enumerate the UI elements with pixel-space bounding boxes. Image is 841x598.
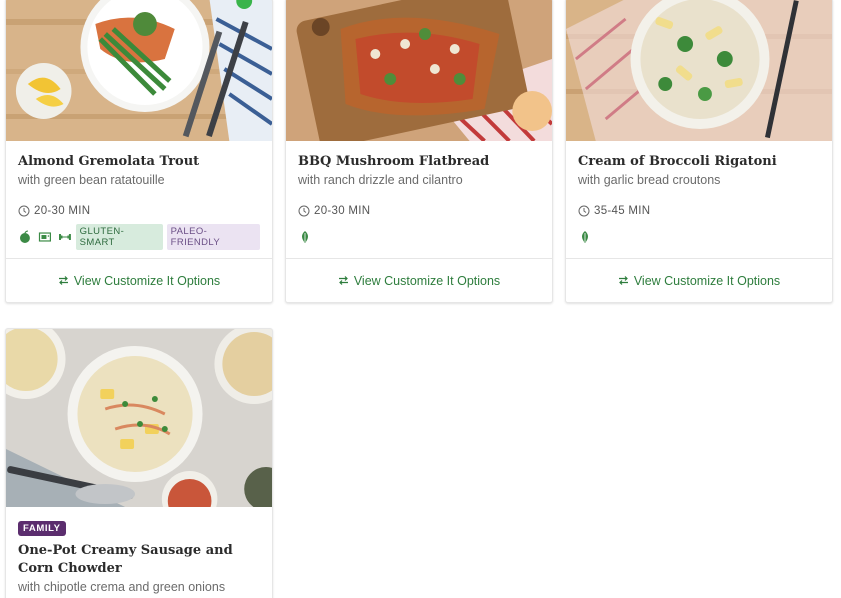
paleo-friendly-badge: PALEO-FRIENDLY [166,224,260,250]
oven-icon [38,232,51,242]
swap-icon [338,276,348,285]
view-customize-options-button[interactable]: View Customize It Options [6,258,272,302]
diet-tags [298,229,540,245]
view-customize-options-button[interactable]: View Customize It Options [566,258,832,302]
clock-icon [578,205,590,217]
recipe-photo[interactable] [286,0,552,141]
cook-time-label: 20-30 MIN [34,205,91,217]
clock-icon [298,205,310,217]
swap-icon [618,276,628,285]
recipe-photo[interactable] [6,0,272,141]
recipe-card[interactable]: FAMILY One-Pot Creamy Sausage and Corn C… [5,328,273,598]
recipe-subtitle: with garlic bread croutons [578,173,721,187]
gluten-smart-badge: GLUTEN-SMART [75,224,163,250]
recipe-subtitle: with green bean ratatouille [18,173,165,187]
clock-icon [18,205,30,217]
recipe-title[interactable]: BBQ Mushroom Flatbread [298,153,540,171]
diet-tags: GLUTEN-SMART PALEO-FRIENDLY [18,224,260,250]
recipe-subtitle: with chipotle crema and green onions [18,580,226,594]
recipe-card[interactable]: BBQ Mushroom Flatbread with ranch drizzl… [285,0,553,303]
recipe-title[interactable]: One-Pot Creamy Sausage and Corn Chowder [18,542,260,578]
cook-time-label: 20-30 MIN [314,205,371,217]
diet-tags [578,229,820,245]
cook-time: 20-30 MIN [18,205,260,217]
view-customize-options-label: View Customize It Options [73,273,221,288]
recipe-card[interactable]: Almond Gremolata Trout with green bean r… [5,0,273,303]
cook-time-label: 35-45 MIN [594,205,651,217]
recipe-photo[interactable] [566,0,832,141]
dumbbell-icon [58,234,71,240]
recipe-title[interactable]: Cream of Broccoli Rigatoni [578,153,820,171]
cook-time: 35-45 MIN [578,205,820,217]
family-badge: FAMILY [18,521,66,536]
recipe-subtitle: with ranch drizzle and cilantro [298,173,463,187]
apple-icon [19,230,30,243]
view-customize-options-label: View Customize It Options [353,273,501,288]
cook-time: 20-30 MIN [298,205,540,217]
leaf-icon [582,231,588,243]
recipe-title[interactable]: Almond Gremolata Trout [18,153,260,171]
recipe-photo[interactable] [6,329,272,507]
swap-icon [58,276,68,285]
view-customize-options-button[interactable]: View Customize It Options [286,258,552,302]
view-customize-options-label: View Customize It Options [633,273,781,288]
leaf-icon [302,231,308,243]
recipe-card[interactable]: Cream of Broccoli Rigatoni with garlic b… [565,0,833,303]
